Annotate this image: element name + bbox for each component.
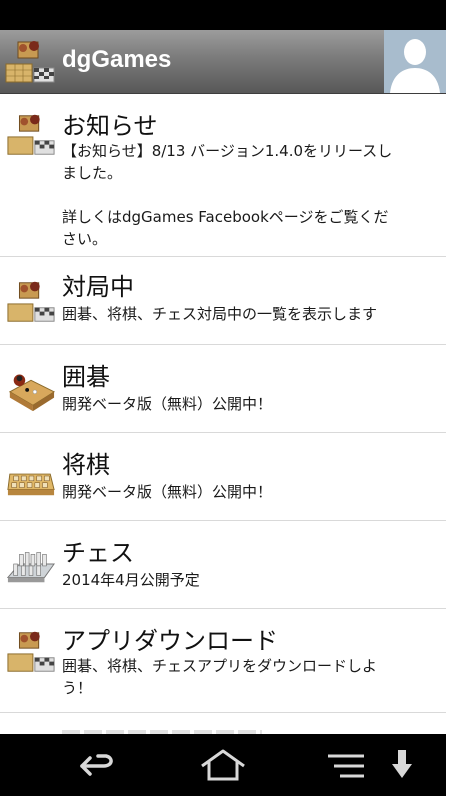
back-icon[interactable]: [74, 748, 120, 782]
item-title: 対局中: [62, 273, 134, 301]
list-item-chess[interactable]: チェス 2014年4月公開予定: [0, 521, 446, 609]
item-description: 囲碁、将棋、チェス対局中の一覧を表示します: [62, 305, 378, 323]
item-title: お知らせ: [62, 112, 158, 140]
action-bar: dgGames: [0, 30, 446, 94]
app-title: dgGames: [62, 46, 172, 73]
navigation-bar: [0, 734, 446, 796]
list-item-app-download[interactable]: アプリダウンロード 囲碁、将棋、チェスアプリをダウンロードしよ う！: [0, 609, 446, 713]
chess-board-icon: [6, 552, 56, 583]
item-description: 【お知らせ】8/13 バージョン1.4.0をリリースし ました。 詳しくはdgG…: [62, 142, 393, 248]
menu-icon[interactable]: [326, 748, 366, 782]
profile-avatar[interactable]: [384, 30, 446, 93]
list-item-shogi[interactable]: 将棋 開発ベータ版（無料）公開中！: [0, 433, 446, 521]
list-item-news[interactable]: お知らせ 【お知らせ】8/13 バージョン1.4.0をリリースし ました。 詳し…: [0, 94, 446, 257]
shogi-board-icon: [7, 473, 55, 496]
list-item-in-progress[interactable]: 対局中 囲碁、将棋、チェス対局中の一覧を表示します: [0, 257, 446, 345]
menu-list: お知らせ 【お知らせ】8/13 バージョン1.4.0をリリースし ました。 詳し…: [0, 94, 446, 734]
app-logo-icon[interactable]: [4, 36, 56, 88]
item-title: アプリダウンロード: [62, 627, 278, 655]
download-icon[interactable]: [390, 748, 414, 782]
item-description: 開発ベータ版（無料）公開中！: [62, 483, 273, 501]
item-description: 開発ベータ版（無料）公開中！: [62, 395, 273, 413]
item-title: 囲碁: [62, 363, 110, 391]
item-title: チェス: [62, 539, 134, 567]
home-icon[interactable]: [198, 748, 248, 782]
list-item-go[interactable]: 囲碁 開発ベータ版（無料）公開中！: [0, 345, 446, 433]
item-description: 2014年4月公開予定: [62, 571, 200, 589]
go-board-icon: [8, 374, 56, 412]
board-games-icon: [7, 114, 55, 155]
item-title: 将棋: [62, 451, 110, 479]
status-bar: [0, 0, 446, 30]
board-games-icon: [7, 281, 55, 322]
person-silhouette-icon: [384, 30, 446, 93]
item-description: 囲碁、将棋、チェスアプリをダウンロードしよ う！: [62, 657, 378, 697]
board-games-icon: [7, 631, 55, 672]
